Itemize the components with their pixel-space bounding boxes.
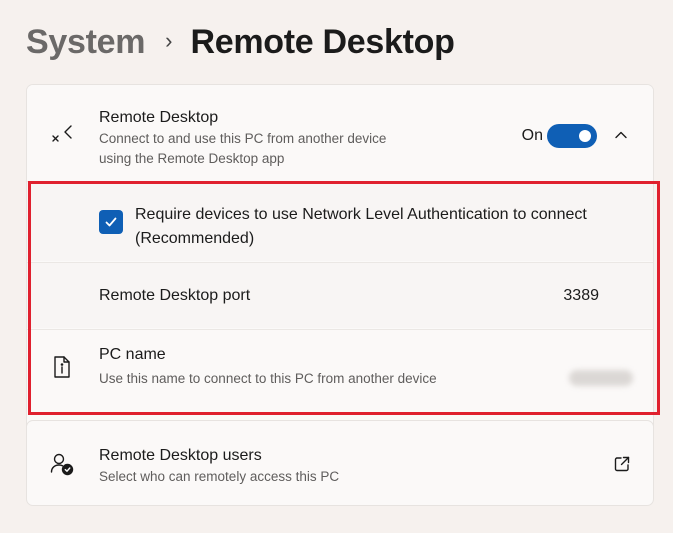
page-title: Remote Desktop bbox=[190, 22, 455, 61]
users-check-icon bbox=[49, 451, 75, 477]
checkmark-icon bbox=[105, 217, 117, 227]
toggle-state-label: On bbox=[521, 127, 543, 144]
nla-label: Require devices to use Network Level Aut… bbox=[135, 206, 587, 247]
remote-desktop-description: Connect to and use this PC from another … bbox=[99, 131, 387, 166]
port-label: Remote Desktop port bbox=[99, 287, 251, 304]
remote-desktop-users-title: Remote Desktop users bbox=[99, 447, 262, 464]
pc-info-icon bbox=[49, 354, 75, 380]
remote-desktop-title: Remote Desktop bbox=[99, 109, 219, 126]
remote-desktop-users-description: Select who can remotely access this PC bbox=[99, 469, 340, 484]
nla-checkbox[interactable] bbox=[99, 210, 123, 234]
breadcrumb-parent-system[interactable]: System bbox=[26, 23, 145, 62]
pc-name-description: Use this name to connect to this PC from… bbox=[99, 371, 437, 386]
external-link-icon[interactable] bbox=[611, 453, 633, 475]
remote-desktop-users-card[interactable]: Remote Desktop users Select who can remo… bbox=[26, 420, 654, 506]
pc-name-value-redacted bbox=[569, 370, 633, 386]
remote-desktop-toggle[interactable] bbox=[547, 124, 597, 148]
breadcrumb-separator: › bbox=[165, 28, 173, 53]
remote-desktop-icon bbox=[49, 121, 75, 147]
breadcrumb: System › Remote Desktop bbox=[26, 18, 455, 66]
remote-desktop-header-row[interactable]: Remote Desktop Connect to and use this P… bbox=[27, 85, 653, 181]
pc-name-title: PC name bbox=[99, 346, 166, 363]
pc-name-row: PC name Use this name to connect to this… bbox=[27, 329, 653, 405]
port-value: 3389 bbox=[563, 287, 599, 304]
chevron-up-icon[interactable] bbox=[611, 125, 631, 145]
toggle-knob bbox=[579, 130, 591, 142]
